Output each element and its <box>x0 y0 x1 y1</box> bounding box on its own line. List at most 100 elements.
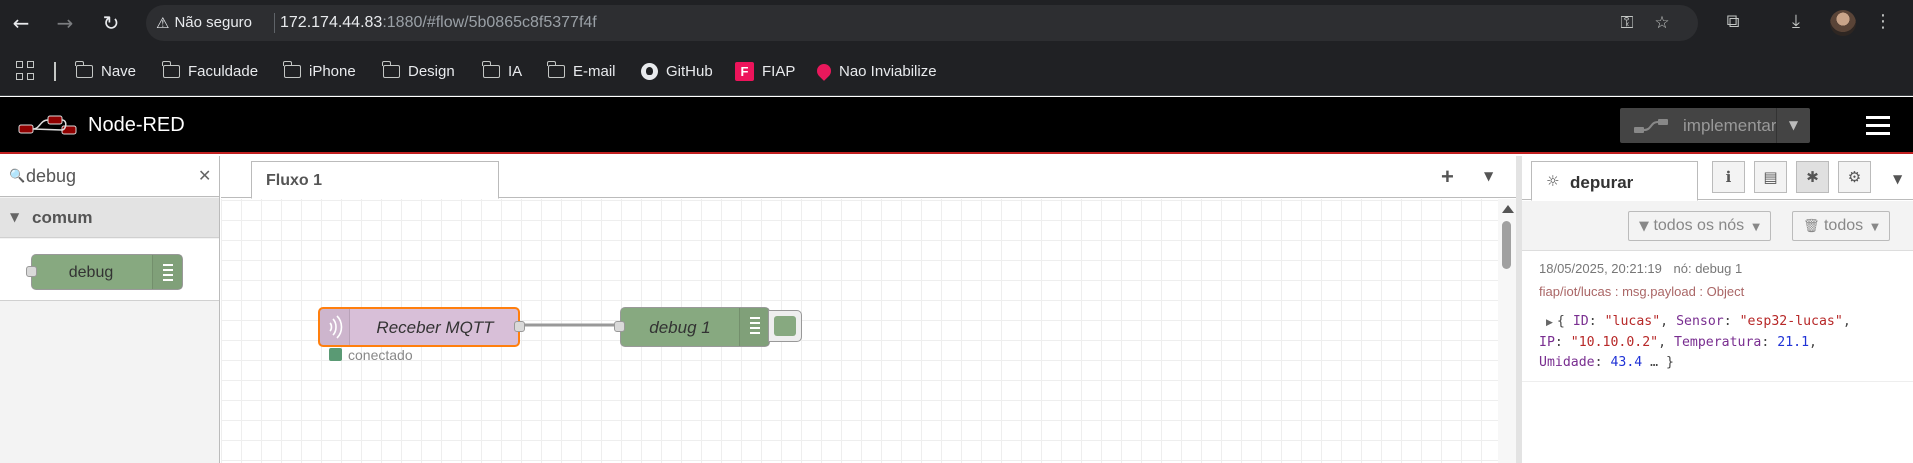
debug-bug-icon[interactable]: ✱ <box>1796 161 1829 193</box>
debug-message-meta: 18/05/2025, 20:21:19 nó: debug 1 <box>1539 261 1750 276</box>
debug-message[interactable]: 18/05/2025, 20:21:19 nó: debug 1 fiap/io… <box>1522 252 1913 382</box>
toggle-indicator <box>774 316 796 336</box>
reload-icon[interactable]: ↻ <box>96 8 126 38</box>
url-text[interactable]: 172.174.44.83:1880/#flow/5b0865c8f5377f4… <box>280 13 597 33</box>
node-label: debug 1 <box>649 318 711 337</box>
palette-search-input[interactable] <box>26 164 191 188</box>
bookmark-star-icon[interactable]: ☆ <box>1651 12 1673 34</box>
bookmark-label: Nao Inviabilize <box>839 62 937 80</box>
app-title: Node-RED <box>88 114 185 136</box>
bug-icon: ☼ <box>1546 172 1560 190</box>
bookmark-fiap[interactable]: F FIAP <box>735 58 795 84</box>
warning-icon: ⚠ <box>156 14 170 32</box>
more-menu-icon[interactable]: ⋮ <box>1870 9 1896 35</box>
clear-search-icon[interactable]: ✕ <box>198 166 211 185</box>
message-node[interactable]: nó: debug 1 <box>1674 261 1743 276</box>
folder-icon <box>283 60 301 78</box>
debug-toolbar: ▼ todos os nós ▼ 🗑 todos ▼ <box>1522 201 1913 251</box>
tab-debug[interactable]: ☼ depurar <box>1531 161 1698 201</box>
folder-icon <box>382 60 400 78</box>
status-indicator <box>329 348 342 361</box>
bookmarks-bar: Nave Faculdade iPhone Design IA E-mail G… <box>0 46 1913 96</box>
deploy-menu-caret-icon[interactable]: ▼ <box>1776 108 1810 143</box>
fiap-icon: F <box>735 61 754 81</box>
url-host: 172.174.44.83 <box>280 14 383 31</box>
nao-inviabilize-icon <box>814 61 834 81</box>
node-receber-mqtt[interactable]: Receber MQTT <box>318 307 525 347</box>
node-debug-1[interactable]: debug 1 <box>614 307 770 347</box>
list-icon <box>739 308 769 346</box>
chevron-down-icon: ▼ <box>10 210 20 224</box>
security-chip[interactable]: ⚠ Não seguro <box>156 13 252 33</box>
trash-icon: 🗑 <box>1803 219 1820 234</box>
bookmark-nao-inviabilize[interactable]: Nao Inviabilize <box>814 58 937 84</box>
bookmark-faculdade[interactable]: Faculdade <box>162 58 259 84</box>
info-icon[interactable]: ℹ <box>1712 161 1745 193</box>
palette-node-debug[interactable]: debug <box>26 254 183 290</box>
palette-node-label: debug <box>68 264 114 281</box>
download-icon[interactable]: ⤓ <box>1783 9 1809 35</box>
workspace-tabs: Fluxo 1 + ▼ <box>221 156 1516 199</box>
bookmarks-divider <box>54 62 56 81</box>
output-port[interactable] <box>514 321 525 332</box>
bookmark-github[interactable]: GitHub <box>641 58 713 84</box>
tab-fluxo-1[interactable]: Fluxo 1 <box>251 161 499 199</box>
bookmark-design[interactable]: Design <box>382 58 455 84</box>
message-payload[interactable]: ▶{ ID: "lucas", Sensor: "esp32-lucas", IP… <box>1539 312 1909 373</box>
scrollbar-thumb[interactable] <box>1502 221 1511 269</box>
message-topic: fiap/iot/lucas : msg.payload : Object <box>1539 284 1745 299</box>
sidebar-tabs: ☼ depurar ℹ ▤ ✱ ⚙ ▼ <box>1522 156 1913 201</box>
bookmark-ia[interactable]: IA <box>482 58 523 84</box>
tab-list-caret-icon[interactable]: ▼ <box>1484 169 1493 183</box>
canvas-scrollbar[interactable] <box>1498 199 1516 463</box>
bookmark-nave[interactable]: Nave <box>75 58 136 84</box>
palette-category-header[interactable]: ▼ comum <box>0 198 219 238</box>
node-palette: 🔍 ✕ ▼ comum debug <box>0 156 220 463</box>
apps-grid-icon[interactable] <box>16 61 36 81</box>
node-red-logo-icon <box>18 115 77 135</box>
extensions-icon[interactable]: ⧉ <box>1720 9 1746 35</box>
forward-arrow-icon[interactable]: → <box>50 8 80 38</box>
folder-icon <box>482 60 500 78</box>
sidebar: ☼ depurar ℹ ▤ ✱ ⚙ ▼ ▼ todos os nós ▼ 🗑 to… <box>1516 156 1913 463</box>
payload-value: "lucas" <box>1604 314 1661 329</box>
bookmark-label: IA <box>508 62 523 80</box>
bookmark-label: E-mail <box>573 62 616 80</box>
scroll-up-arrow-icon[interactable] <box>1502 205 1514 213</box>
payload-value: 43.4 <box>1610 355 1643 370</box>
debug-output-toggle[interactable] <box>768 310 802 342</box>
help-book-icon[interactable]: ▤ <box>1754 161 1787 193</box>
deploy-label: implementar <box>1683 116 1777 135</box>
clear-label: todos <box>1823 217 1864 234</box>
main-menu-hamburger-icon[interactable] <box>1866 116 1890 136</box>
folder-icon <box>162 60 180 78</box>
payload-key: Sensor <box>1676 314 1724 329</box>
filter-icon: ▼ <box>1639 219 1649 234</box>
filter-label: todos os nós <box>1653 217 1745 234</box>
deploy-button[interactable]: implementar ▼ <box>1620 108 1810 143</box>
clear-messages-button[interactable]: 🗑 todos ▼ <box>1792 211 1890 241</box>
palette-category-body: debug <box>0 239 219 301</box>
security-label: Não seguro <box>174 14 253 31</box>
folder-icon <box>75 60 93 78</box>
password-key-icon[interactable]: ⚿ <box>1616 12 1638 34</box>
back-arrow-icon[interactable]: ← <box>6 8 36 38</box>
profile-avatar[interactable] <box>1830 10 1856 36</box>
payload-value: "esp32-lucas" <box>1739 314 1843 329</box>
tab-label: Fluxo 1 <box>266 172 323 189</box>
search-icon: 🔍 <box>9 169 26 184</box>
sidebar-menu-caret-icon[interactable]: ▼ <box>1893 172 1902 186</box>
add-tab-icon[interactable]: + <box>1441 164 1454 190</box>
filter-nodes-button[interactable]: ▼ todos os nós ▼ <box>1628 211 1771 241</box>
bookmark-email[interactable]: E-mail <box>547 58 616 84</box>
expand-caret-icon[interactable]: ▶ <box>1546 318 1553 328</box>
config-gear-icon[interactable]: ⚙ <box>1838 161 1871 193</box>
chevron-down-icon: ▼ <box>1871 222 1879 233</box>
palette-search: 🔍 ✕ <box>0 156 219 197</box>
node-label: Receber MQTT <box>376 318 494 337</box>
bookmark-iphone[interactable]: iPhone <box>283 58 356 84</box>
node-red-header: Node-RED implementar ▼ <box>0 97 1913 154</box>
bookmark-label: Faculdade <box>188 62 259 80</box>
payload-tail: … } <box>1642 355 1674 370</box>
address-bar[interactable]: ⚠ Não seguro 172.174.44.83:1880/#flow/5b… <box>146 5 1698 41</box>
